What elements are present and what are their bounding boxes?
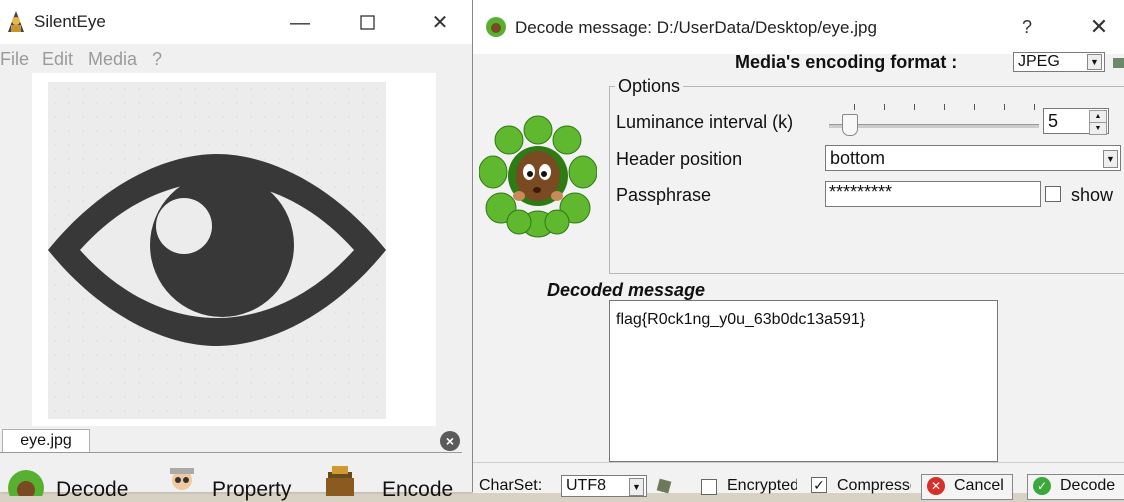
- luminance-slider-handle[interactable]: [842, 114, 858, 136]
- options-title: Options: [615, 76, 684, 97]
- format-info-icon: [1113, 58, 1124, 68]
- cancel-icon: ✕: [927, 477, 945, 495]
- passphrase-value: *********: [829, 182, 893, 202]
- menu-file[interactable]: File: [0, 49, 29, 70]
- encrypted-checkbox[interactable]: [701, 479, 717, 495]
- spin-down-icon[interactable]: ▼: [1089, 122, 1107, 135]
- encoding-format-select[interactable]: JPEG ▼: [1013, 52, 1105, 72]
- chevron-down-icon: ▼: [1087, 54, 1102, 70]
- header-position-label: Header position: [616, 149, 743, 169]
- silenteye-mascot-image: [479, 115, 597, 238]
- luminance-slider-track[interactable]: [829, 124, 1039, 128]
- charset-select[interactable]: UTF8 ▼: [561, 475, 647, 497]
- luminance-spinbox[interactable]: 5 ▲ ▼: [1043, 108, 1109, 135]
- dialog-titlebar: Decode message: D:/UserData/Desktop/eye.…: [473, 0, 1124, 54]
- dialog-title: Decode message: D:/UserData/Desktop/eye.…: [515, 18, 877, 37]
- chevron-down-icon: ▼: [1103, 150, 1118, 168]
- main-menubar: File Edit Media ?: [0, 46, 472, 72]
- maximize-button[interactable]: [348, 8, 388, 38]
- decode-button-label: Decode: [1060, 477, 1116, 494]
- property-action-label: Property: [212, 478, 292, 501]
- menu-help[interactable]: ?: [152, 49, 162, 70]
- compressed-checkbox[interactable]: ✓: [811, 477, 827, 493]
- header-position-value: bottom: [830, 148, 886, 168]
- image-canvas: [48, 82, 386, 419]
- silenteye-app-icon: [8, 11, 24, 32]
- encoding-format-label: Media's encoding format :: [735, 52, 958, 72]
- dialog-app-icon: [486, 17, 506, 37]
- luminance-value: 5: [1048, 111, 1059, 131]
- compressed-label: Compressed: [837, 477, 911, 494]
- decoded-message-text: flag{R0ck1ng_y0u_63b0dc13a591}: [616, 311, 866, 328]
- chevron-down-icon: ▼: [629, 478, 644, 496]
- decoded-message-textarea[interactable]: flag{R0ck1ng_y0u_63b0dc13a591}: [609, 300, 998, 462]
- luminance-label: Luminance interval (k): [616, 112, 794, 132]
- show-label: show: [1071, 185, 1114, 205]
- encode-action-label: Encode: [382, 478, 454, 501]
- main-close-button[interactable]: ✕: [420, 8, 460, 38]
- minimize-button[interactable]: —: [280, 8, 320, 38]
- dialog-bottom-bar: CharSet: UTF8 ▼ Encrypted ✓ Compressed ✕…: [473, 462, 1124, 500]
- main-window-title: SilentEye: [34, 12, 106, 31]
- charset-label: CharSet:: [479, 477, 543, 494]
- encrypted-label: Encrypted: [727, 477, 797, 494]
- header-position-select[interactable]: bottom ▼: [825, 145, 1121, 171]
- cancel-label: Cancel: [954, 477, 1004, 494]
- eye-image: [48, 154, 386, 346]
- dialog-close-button[interactable]: ✕: [1079, 12, 1119, 42]
- close-tab-icon[interactable]: ×: [440, 431, 460, 451]
- media-preview: [32, 73, 436, 426]
- decode-dialog: Decode message: D:/UserData/Desktop/eye.…: [472, 0, 1124, 500]
- menu-media[interactable]: Media: [88, 49, 137, 70]
- decode-action-label: Decode: [56, 478, 129, 501]
- silenteye-main-window: SilentEye — ✕ File Edit Media ? eye.jpg …: [0, 0, 472, 501]
- check-icon: ✓: [1033, 477, 1051, 495]
- show-passphrase-checkbox[interactable]: [1045, 186, 1061, 202]
- passphrase-input[interactable]: *********: [825, 181, 1041, 207]
- help-button[interactable]: ?: [1007, 12, 1047, 42]
- tab-divider: [0, 452, 462, 453]
- decode-button[interactable]: ✓ Decode: [1027, 474, 1124, 500]
- charset-info-icon: [656, 478, 672, 494]
- cancel-button[interactable]: ✕ Cancel: [921, 474, 1013, 500]
- encoding-format-value: JPEG: [1018, 53, 1060, 70]
- passphrase-label: Passphrase: [616, 185, 712, 205]
- decoded-message-label: Decoded message: [547, 280, 706, 300]
- tab-eye-jpg[interactable]: eye.jpg: [2, 429, 90, 452]
- menu-edit[interactable]: Edit: [42, 49, 73, 70]
- main-titlebar: SilentEye — ✕: [0, 0, 472, 44]
- maximize-icon: [360, 15, 375, 30]
- charset-value: UTF8: [566, 477, 606, 494]
